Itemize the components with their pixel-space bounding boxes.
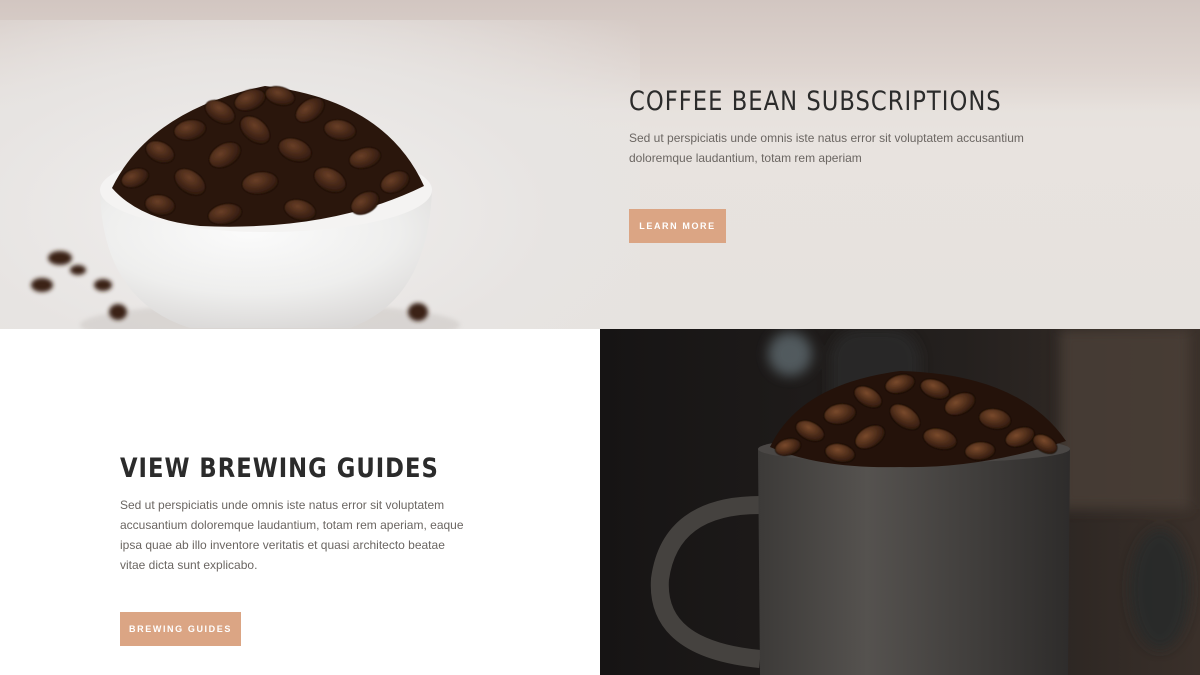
hero-description: Sed ut perspiciatis unde omnis iste natu… <box>629 131 1024 165</box>
guides-description: Sed ut perspiciatis unde omnis iste natu… <box>120 498 464 572</box>
learn-more-button[interactable]: LEARN MORE <box>629 209 726 243</box>
coffee-mug-illustration <box>600 329 1200 675</box>
hero-section: COFFEE BEAN SUBSCRIPTIONS Sed ut perspic… <box>0 0 1200 329</box>
coffee-mug-image <box>600 329 1200 675</box>
brewing-guides-section: VIEW BREWING GUIDES Sed ut perspiciatis … <box>0 329 600 675</box>
coffee-bowl-image <box>31 86 460 329</box>
guides-title: VIEW BREWING GUIDES <box>120 453 439 484</box>
hero-title: COFFEE BEAN SUBSCRIPTIONS <box>629 86 1002 117</box>
brewing-guides-button[interactable]: BREWING GUIDES <box>120 612 241 646</box>
hero-text-block: COFFEE BEAN SUBSCRIPTIONS Sed ut perspic… <box>629 84 1059 168</box>
